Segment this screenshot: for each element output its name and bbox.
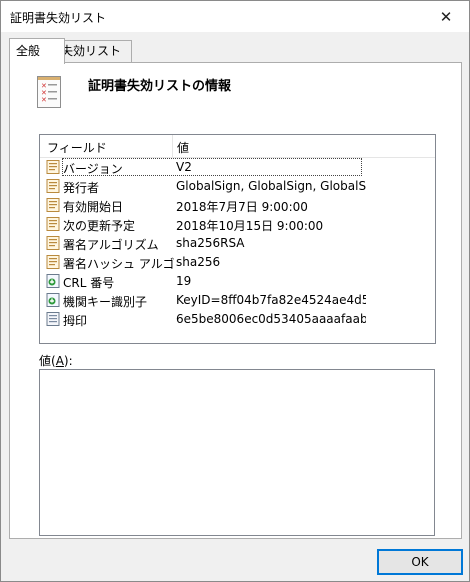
list-row[interactable]: 拇印 6e5be8006ec0d53405aaaafaabd...	[40, 310, 435, 329]
value-textbox[interactable]	[39, 369, 435, 536]
svg-text:✕: ✕	[41, 96, 47, 104]
list-row[interactable]: 署名ハッシュ アルゴ sha256	[40, 253, 435, 272]
tab-general[interactable]: 全般	[9, 38, 65, 64]
row-field-value: 6e5be8006ec0d53405aaaafaabd...	[176, 312, 366, 326]
row-field-name: 機関キー識別子	[63, 295, 148, 309]
row-field-value: KeyID=8ff04b7fa82e4524ae4d50...	[176, 293, 366, 307]
title-bar: 証明書失効リスト ✕	[1, 1, 469, 32]
field-doc-icon	[46, 160, 60, 174]
close-button[interactable]: ✕	[423, 1, 469, 32]
tab-general-label: 全般	[16, 44, 41, 58]
extension-icon	[46, 274, 60, 288]
field-doc-icon	[46, 255, 60, 269]
list-row[interactable]: 署名アルゴリズム sha256RSA	[40, 234, 435, 253]
list-row[interactable]: バージョン V2	[40, 158, 435, 177]
tab-revocation-list-label: 失効リスト	[61, 44, 122, 58]
row-field-value: sha256RSA	[176, 236, 245, 250]
row-field-name: CRL 番号	[63, 276, 115, 290]
list-rows: バージョン V2 発行者 GlobalSign, GlobalSign, Global…	[40, 158, 435, 329]
field-doc-icon	[46, 198, 60, 212]
column-separator[interactable]	[172, 135, 173, 157]
tab-revocation-list[interactable]: 失効リスト	[54, 40, 132, 62]
row-field-value: sha256	[176, 255, 221, 269]
panel-title: 証明書失効リストの情報	[88, 79, 232, 94]
column-header-value[interactable]: 値	[177, 139, 189, 156]
row-field-name: 次の更新予定	[63, 219, 136, 233]
list-row[interactable]: CRL 番号 19	[40, 272, 435, 291]
field-list[interactable]: フィールド 値 バージョン V2 発行者 GlobalSign, GlobalSign…	[39, 134, 436, 344]
row-focus-rect	[62, 158, 362, 176]
field-doc-icon	[46, 179, 60, 193]
field-doc-icon	[46, 236, 60, 250]
row-field-name: 署名アルゴリズム	[63, 238, 159, 252]
crl-dialog: 証明書失効リスト ✕ 全般 失効リスト ✕ ✕ ✕ 証明書失効リストの情報 フィ…	[0, 0, 470, 582]
row-field-value: 2018年10月15日 9:00:00	[176, 219, 324, 233]
crl-document-icon: ✕ ✕ ✕	[37, 76, 61, 108]
list-row[interactable]: 有効開始日 2018年7月7日 9:00:00	[40, 196, 435, 215]
field-doc-icon	[46, 217, 60, 231]
list-row[interactable]: 発行者 GlobalSign, GlobalSign, GlobalSi...	[40, 177, 435, 196]
row-field-value: 19	[176, 274, 192, 288]
value-label-suffix: ):	[63, 354, 73, 368]
value-label-prefix: 値(	[39, 354, 56, 368]
row-field-name: 発行者	[63, 181, 100, 195]
row-field-value: GlobalSign, GlobalSign, GlobalSi...	[176, 179, 366, 193]
ok-button-label: OK	[411, 555, 429, 569]
list-row[interactable]: 機関キー識別子 KeyID=8ff04b7fa82e4524ae4d50...	[40, 291, 435, 310]
value-label: 値(A):	[39, 352, 73, 369]
row-field-value: 2018年7月7日 9:00:00	[176, 200, 308, 214]
column-header-field[interactable]: フィールド	[47, 139, 107, 156]
row-field-name: 拇印	[63, 314, 88, 328]
general-panel: ✕ ✕ ✕ 証明書失効リストの情報 フィールド 値 バージョン V2 発行者 Glob…	[9, 62, 462, 539]
window-title: 証明書失効リスト	[10, 11, 107, 25]
value-label-accesskey: A	[55, 354, 64, 368]
extension-icon	[46, 293, 60, 307]
row-field-name: 有効開始日	[63, 200, 124, 214]
row-field-name: 署名ハッシュ アルゴ	[63, 257, 175, 271]
thumbprint-icon	[46, 312, 60, 326]
list-row[interactable]: 次の更新予定 2018年10月15日 9:00:00	[40, 215, 435, 234]
ok-button[interactable]: OK	[377, 549, 463, 575]
list-header: フィールド 値	[40, 135, 435, 158]
close-icon: ✕	[439, 7, 453, 26]
